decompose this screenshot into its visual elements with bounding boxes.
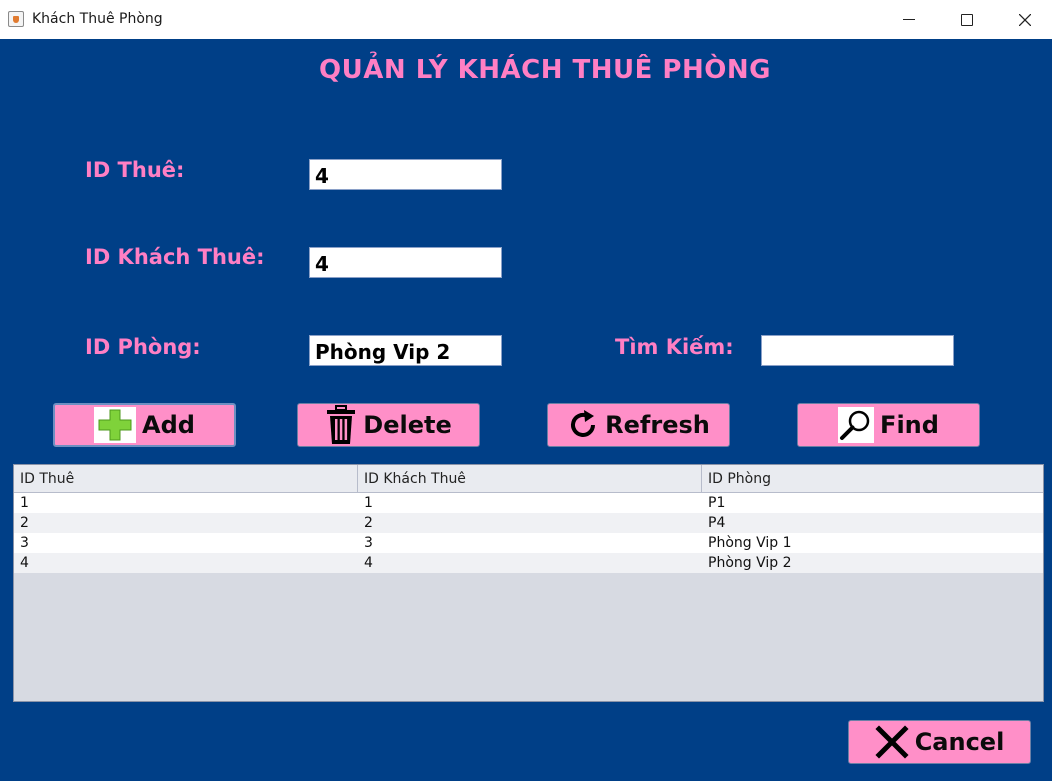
table-row[interactable]: 4 4 Phòng Vip 2 (14, 553, 1043, 573)
plus-icon (94, 407, 137, 443)
add-button-label: Add (142, 411, 195, 439)
cell-id-phong: P4 (708, 515, 726, 531)
table-row[interactable]: 2 2 P4 (14, 513, 1043, 533)
cell-id-thue: 3 (20, 535, 29, 551)
window-title: Khách Thuê Phòng (32, 11, 163, 27)
maximize-button[interactable] (944, 0, 990, 39)
table-header: ID Thuê ID Khách Thuê ID Phòng (14, 465, 1043, 493)
close-button[interactable] (1002, 0, 1048, 39)
column-header-id-khach-thue[interactable]: ID Khách Thuê (358, 465, 702, 492)
cell-id-thue: 2 (20, 515, 29, 531)
id-khach-thue-field[interactable]: 4 (309, 247, 502, 278)
table-row[interactable]: 1 1 P1 (14, 493, 1043, 513)
cell-id-thue: 4 (20, 555, 29, 571)
cell-id-phong: Phòng Vip 2 (708, 555, 792, 571)
cell-id-khach-thue: 3 (364, 535, 373, 551)
id-thue-label: ID Thuê: (85, 158, 185, 182)
java-app-icon (8, 11, 24, 27)
magnifier-icon (838, 407, 875, 443)
cell-id-khach-thue: 1 (364, 495, 373, 511)
cell-id-phong: Phòng Vip 1 (708, 535, 792, 551)
refresh-icon (567, 409, 599, 441)
column-header-id-phong[interactable]: ID Phòng (702, 465, 1043, 492)
cell-id-thue: 1 (20, 495, 29, 511)
refresh-button-label: Refresh (605, 411, 710, 439)
maximize-icon (961, 13, 973, 26)
search-input[interactable] (761, 335, 954, 366)
cancel-button[interactable]: Cancel (848, 720, 1031, 764)
main-panel: QUẢN LÝ KHÁCH THUÊ PHÒNG ID Thuê: 4 ID K… (0, 39, 1052, 781)
close-icon (1019, 13, 1031, 26)
minimize-button[interactable] (886, 0, 932, 39)
delete-button-label: Delete (363, 411, 452, 439)
id-phong-field[interactable]: Phòng Vip 2 (309, 335, 502, 366)
table-row[interactable]: 3 3 Phòng Vip 1 (14, 533, 1043, 553)
cell-id-phong: P1 (708, 495, 726, 511)
id-khach-thue-label: ID Khách Thuê: (85, 245, 265, 269)
cell-id-khach-thue: 4 (364, 555, 373, 571)
x-icon (875, 725, 909, 759)
add-button[interactable]: Add (53, 403, 236, 447)
title-bar: Khách Thuê Phòng (0, 0, 1052, 40)
find-button[interactable]: Find (797, 403, 980, 447)
page-title: QUẢN LÝ KHÁCH THUÊ PHÒNG (319, 55, 771, 85)
trash-icon (325, 405, 357, 445)
refresh-button[interactable]: Refresh (547, 403, 730, 447)
cancel-button-label: Cancel (914, 728, 1005, 756)
delete-button[interactable]: Delete (297, 403, 480, 447)
id-thue-field[interactable]: 4 (309, 159, 502, 190)
column-header-id-thue[interactable]: ID Thuê (14, 465, 358, 492)
find-button-label: Find (880, 411, 939, 439)
cell-id-khach-thue: 2 (364, 515, 373, 531)
minimize-icon (903, 19, 915, 20)
id-phong-label: ID Phòng: (85, 335, 201, 359)
rental-table[interactable]: ID Thuê ID Khách Thuê ID Phòng 1 1 P1 2 … (13, 464, 1044, 702)
search-label: Tìm Kiếm: (615, 335, 734, 359)
